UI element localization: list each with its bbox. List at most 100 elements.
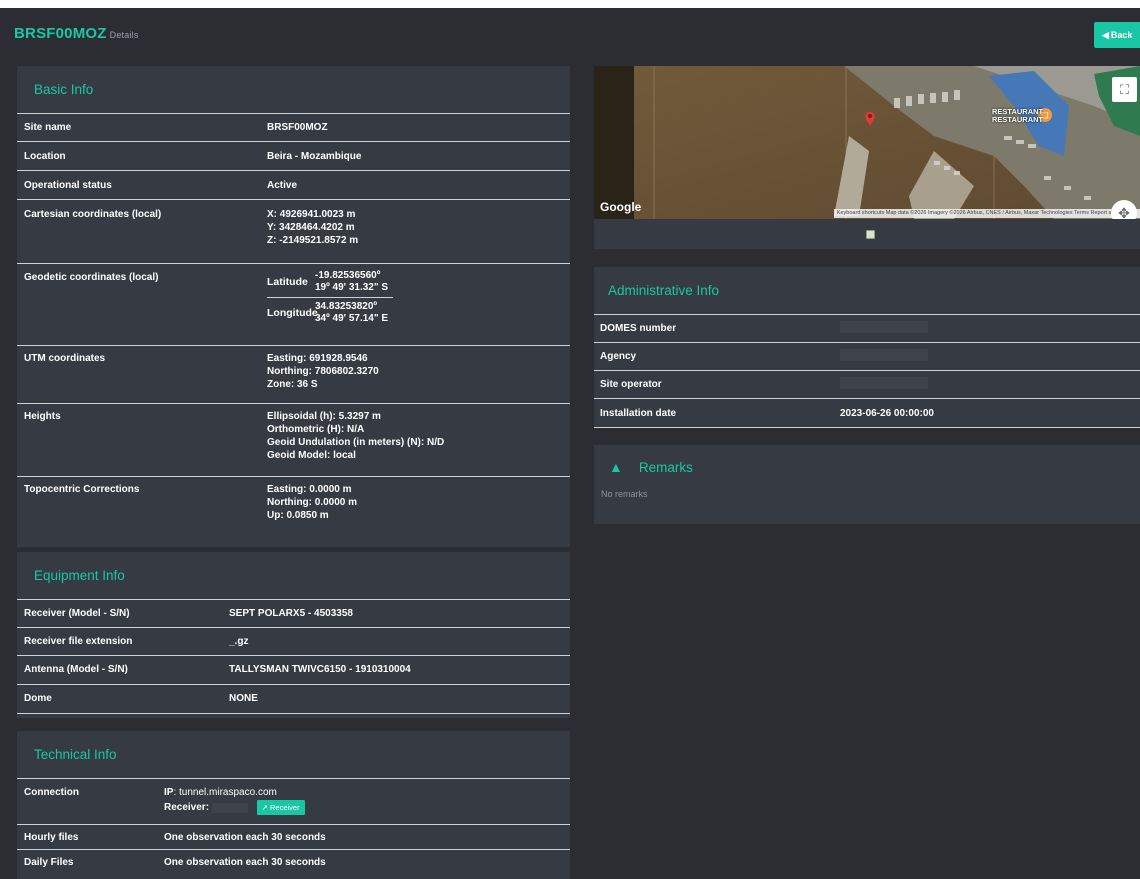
site-map[interactable]: ❑ RESTAURANT RESTAURANT Google Keyboard … (594, 66, 1140, 219)
back-button-label: Back (1110, 30, 1133, 40)
location-label: Location (17, 141, 257, 171)
page-subtitle: Details (109, 30, 139, 40)
remarks-panel: ▲ Remarks No remarks (594, 445, 1140, 524)
basic-info-title: Basic Info (34, 82, 94, 97)
utm-values: Easting: 691928.9546 Northing: 7806802.3… (257, 345, 570, 404)
daily-files-value: One observation each 30 seconds (164, 849, 570, 875)
receiver-button-label: Receiver (269, 803, 300, 812)
table-row: Receiver (Model - S/N) SEPT POLARX5 - 45… (17, 599, 570, 628)
utm-northing: Northing: 7806802.3270 (267, 366, 379, 377)
warning-icon: ▲ (609, 459, 623, 475)
topocentric-label: Topocentric Corrections (17, 476, 257, 547)
table-row: UTM coordinates Easting: 691928.9546 Nor… (17, 345, 570, 404)
daily-files-label: Daily Files (17, 849, 164, 875)
longitude-label: Longitude (267, 306, 318, 319)
poi-label-2: RESTAURANT (992, 115, 1044, 124)
geodetic-label: Geodetic coordinates (local) (17, 263, 257, 346)
height-orthometric: Orthometric (H): N/A (267, 424, 365, 435)
receiver-file-ext-value: _.gz (229, 627, 570, 656)
satellite-imagery: ❑ (594, 66, 1140, 219)
administrative-info-title: Administrative Info (608, 283, 720, 298)
agency-value (840, 342, 1140, 371)
domes-number-label: DOMES number (594, 314, 840, 343)
cartesian-z: Z: -2149521.8572 m (267, 235, 359, 246)
geodetic-values: Latitude -19.82536560º 19º 49' 31.32" S L… (257, 263, 570, 346)
dome-label: Dome (17, 684, 229, 714)
equipment-info-table: Receiver (Model - S/N) SEPT POLARX5 - 45… (17, 599, 570, 714)
remarks-empty-text: No remarks (601, 489, 648, 499)
domes-number-value (840, 314, 1140, 343)
top-white-bar (0, 0, 1140, 8)
technical-info-panel: Technical Info Connection IP: tunnel.mir… (17, 731, 570, 879)
table-row: Receiver file extension _.gz (17, 627, 570, 656)
table-row: Site name BRSF00MOZ (17, 113, 570, 142)
antenna-model-value: TALLYSMAN TWIVC6150 - 1910310004 (229, 655, 570, 685)
equipment-info-panel: Equipment Info Receiver (Model - S/N) SE… (17, 552, 570, 718)
longitude-decimal: 34.83253820º (315, 301, 378, 312)
cartesian-x: X: 4926941.0023 m (267, 209, 356, 220)
latitude-decimal: -19.82536560º (315, 270, 381, 281)
site-name-value: BRSF00MOZ (257, 113, 570, 142)
location-value: Beira - Mozambique (257, 141, 570, 171)
site-name-label: Site name (17, 113, 257, 142)
remarks-title: Remarks (638, 459, 693, 475)
table-row: Location Beira - Mozambique (17, 141, 570, 171)
redacted-value (840, 377, 928, 390)
dome-value: NONE (229, 684, 570, 714)
map-attribution[interactable]: Keyboard shortcuts Map data ©2026 Imager… (833, 209, 1140, 218)
equipment-info-title: Equipment Info (34, 568, 125, 583)
basic-info-table: Site name BRSF00MOZ Location Beira - Moz… (17, 113, 570, 547)
connection-label: Connection (17, 778, 164, 825)
cartesian-y: Y: 3428464.4202 m (267, 222, 355, 233)
remarks-header: ▲ Remarks (594, 445, 1140, 489)
back-button[interactable]: ◀ Back (1094, 22, 1140, 48)
table-row: Heights Ellipsoidal (h): 5.3297 m Orthom… (17, 403, 570, 477)
table-row: Hourly files One observation each 30 sec… (17, 824, 570, 850)
table-row: Installation date 2023-06-26 00:00:00 (594, 398, 1140, 428)
table-row: Topocentric Corrections Easting: 0.0000 … (17, 476, 570, 547)
antenna-model-label: Antenna (Model - S/N) (17, 655, 229, 685)
fullscreen-icon[interactable]: ⛶ (1112, 77, 1137, 102)
utm-easting: Easting: 691928.9546 (267, 353, 368, 364)
installation-date-value: 2023-06-26 00:00:00 (840, 398, 1140, 428)
topo-northing: Northing: 0.0000 m (267, 497, 358, 508)
site-code-title: BRSF00MOZ (14, 25, 107, 42)
site-operator-value (840, 370, 1140, 399)
topocentric-values: Easting: 0.0000 m Northing: 0.0000 m Up:… (257, 476, 570, 547)
page-title: BRSF00MOZ Details (14, 25, 139, 42)
table-row: Antenna (Model - S/N) TALLYSMAN TWIVC615… (17, 655, 570, 685)
redacted-value (840, 349, 928, 362)
table-row: Site operator (594, 370, 1140, 399)
status-label: Operational status (17, 170, 257, 200)
arrow-left-icon: ◀ (1102, 30, 1109, 40)
utm-zone: Zone: 36 S (267, 379, 318, 390)
geo-divider (267, 297, 393, 298)
latitude-dms: 19º 49' 31.32" S (315, 282, 389, 293)
cartesian-label: Cartesian coordinates (local) (17, 199, 257, 264)
table-row: DOMES number (594, 314, 1140, 343)
external-link-icon: ↗ (261, 803, 268, 812)
receiver-file-ext-label: Receiver file extension (17, 627, 229, 656)
topo-easting: Easting: 0.0000 m (267, 484, 352, 495)
utm-label: UTM coordinates (17, 345, 257, 404)
agency-label: Agency (594, 342, 840, 371)
table-row: Agency (594, 342, 1140, 371)
table-row: Cartesian coordinates (local) X: 4926941… (17, 199, 570, 264)
geoid-model: Geoid Model: local (267, 450, 356, 461)
longitude-dms: 34º 49' 57.14" E (315, 313, 389, 324)
table-row: Connection IP: tunnel.miraspaco.com Rece… (17, 778, 570, 825)
receiver-model-value: SEPT POLARX5 - 4503358 (229, 599, 570, 628)
height-ellipsoidal: Ellipsoidal (h): 5.3297 m (267, 411, 381, 422)
site-operator-label: Site operator (594, 370, 840, 399)
technical-info-title: Technical Info (34, 747, 117, 762)
heights-label: Heights (17, 403, 257, 477)
table-row: Dome NONE (17, 684, 570, 714)
heights-values: Ellipsoidal (h): 5.3297 m Orthometric (H… (257, 403, 570, 477)
table-row: Daily Files One observation each 30 seco… (17, 849, 570, 875)
map-camera-control-icon[interactable]: ✥ (1111, 200, 1137, 219)
redacted-value (211, 802, 248, 813)
receiver-label: Receiver: (164, 802, 210, 814)
latitude-label: Latitude (267, 275, 308, 288)
receiver-link-button[interactable]: ↗ Receiver (256, 800, 305, 815)
broken-image-icon (866, 230, 875, 239)
